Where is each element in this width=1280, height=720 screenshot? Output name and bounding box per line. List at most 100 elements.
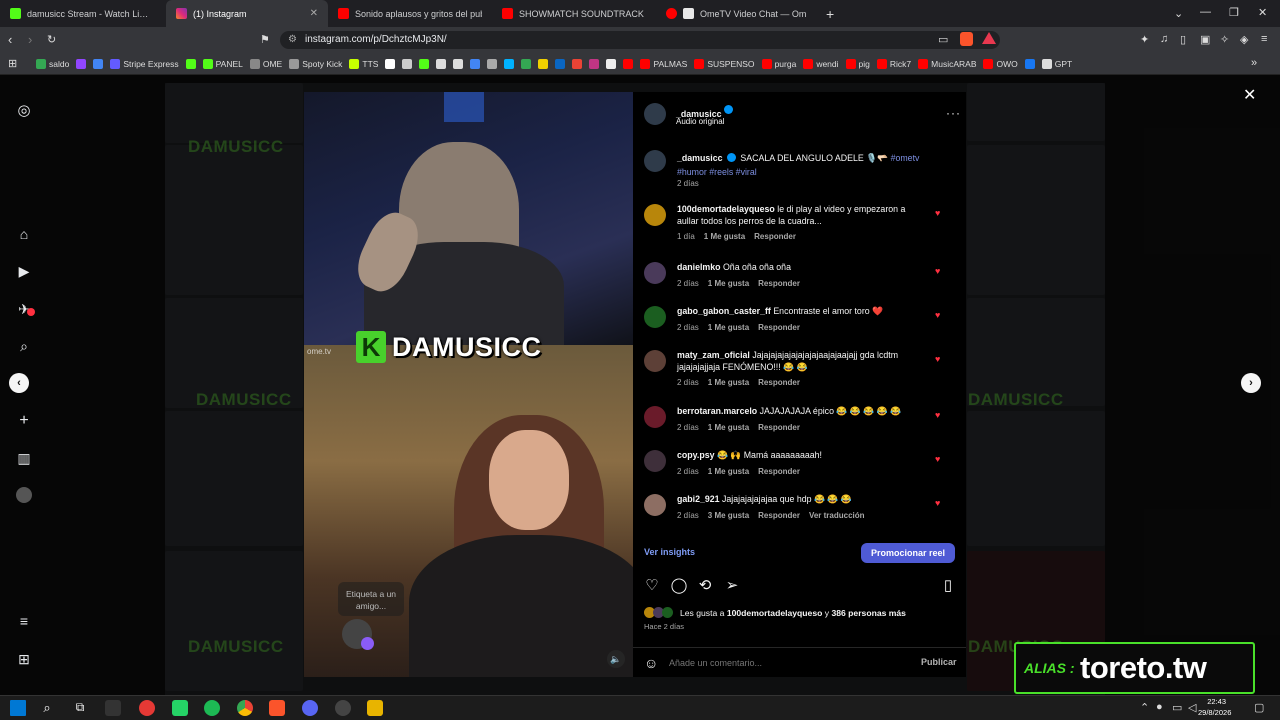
comment-time[interactable]: 2 días [677,378,699,387]
tab-instagram[interactable]: (1) Instagram ✕ [166,0,328,27]
dashboard-icon[interactable]: ▥ [16,450,32,466]
music-icon[interactable]: ♫ [1160,33,1168,45]
bookmark-item[interactable]: saldo [36,58,69,69]
comment-time[interactable]: 1 día [677,232,695,241]
bookmark-item[interactable] [589,58,600,69]
bookmark-item[interactable] [521,58,532,69]
reply-button[interactable]: Responder [758,511,800,520]
back-icon[interactable]: ‹ [8,32,12,47]
brave-shield-icon[interactable] [960,32,973,46]
emoji-icon[interactable]: ☺ [644,655,658,671]
task-view-icon[interactable]: ⧉ [72,700,88,716]
comment-avatar[interactable] [644,406,666,428]
search-icon[interactable]: ⌕ [16,338,32,354]
chrome-icon[interactable] [237,700,253,716]
comment-avatar[interactable] [644,204,666,226]
audio-label[interactable]: Audio original [676,117,724,126]
comment-like-icon[interactable]: ♥ [935,266,945,276]
obs-icon[interactable] [335,700,351,716]
comment-icon[interactable]: ◯ [670,577,688,595]
comment-time[interactable]: 2 días [677,323,699,332]
save-icon[interactable]: ▯ [939,577,957,595]
brave-icon[interactable] [269,700,285,716]
caption-username[interactable]: _damusicc [677,153,722,163]
comment-likes[interactable]: 1 Me gusta [708,423,749,432]
comment-username[interactable]: gabi2_921 [677,494,720,504]
comment-input[interactable] [669,654,889,672]
bookmark-item[interactable]: purga [761,58,796,69]
bookmark-item[interactable] [185,58,196,69]
caption-avatar[interactable] [644,150,666,172]
close-window-icon[interactable]: ✕ [1258,6,1267,19]
comment-username[interactable]: maty_zam_oficial [677,350,750,360]
bookmark-item[interactable] [453,58,464,69]
microphone-icon[interactable]: ● [1156,701,1163,713]
comment-avatar[interactable] [644,306,666,328]
likes-others[interactable]: 386 personas más [831,608,906,618]
reels-icon[interactable]: ▶ [16,263,32,279]
app-icon[interactable] [105,700,121,716]
comment-time[interactable]: 2 días [677,511,699,520]
bookmark-item[interactable]: TTS [349,58,378,69]
promote-reel-button[interactable]: Promocionar reel [861,543,955,563]
bookmark-item[interactable] [606,58,617,69]
share-icon[interactable]: ➢ [723,577,741,595]
comment-avatar[interactable] [644,262,666,284]
bookmark-item[interactable] [487,58,498,69]
bookmark-item[interactable] [436,58,447,69]
tab-showmatch[interactable]: SHOWMATCH SOUNDTRACK - "Risk [492,0,656,27]
instagram-logo-icon[interactable]: ◎ [16,103,32,119]
comment-username[interactable]: gabo_gabon_caster_ff [677,306,771,316]
discord-icon[interactable] [302,700,318,716]
app-icon[interactable] [367,700,383,716]
bookmark-item[interactable]: Stripe Express [110,58,179,69]
forward-icon[interactable]: › [28,32,32,47]
bookmark-item[interactable] [555,58,566,69]
comment-like-icon[interactable]: ♥ [935,310,945,320]
bookmark-icon[interactable]: ⚑ [260,33,270,46]
comment-username[interactable]: 100demortadelayqueso [677,204,775,214]
new-tab-icon[interactable]: + [826,6,834,22]
post-age[interactable]: Hace 2 días [644,622,684,631]
tab-ometv[interactable]: OmeTV Video Chat — Omegle R [656,0,816,27]
tag-friend-hint[interactable]: Etiqueta a un amigo... [338,582,404,616]
comment-likes[interactable]: 3 Me gusta [708,511,749,520]
comment-username[interactable]: berrotaran.marcelo [677,406,757,416]
app-icon[interactable] [139,700,155,716]
comment-avatar[interactable] [644,350,666,372]
extensions-icon[interactable]: ✦ [1140,33,1149,46]
more-bookmarks-icon[interactable]: » [1251,57,1257,69]
minimize-icon[interactable]: — [1200,6,1211,18]
likes-summary[interactable]: Les gusta a 100demortadelayqueso y 386 p… [680,608,906,618]
like-icon[interactable]: ♡ [643,577,661,595]
comment-avatar[interactable] [644,450,666,472]
bookmark-item[interactable] [470,58,481,69]
comment-like-icon[interactable]: ♥ [935,498,945,508]
bookmark-item[interactable]: MusicARAB [918,58,976,69]
bookmark-item[interactable]: SUSPENSO [694,58,755,69]
bookmark-item[interactable] [504,58,515,69]
caption-time[interactable]: 2 días [677,179,699,188]
comment-like-icon[interactable]: ♥ [935,454,945,464]
bookmark-item[interactable] [1024,58,1035,69]
comment-likes[interactable]: 1 Me gusta [708,323,749,332]
volume-icon[interactable]: ◁ [1188,701,1196,714]
previous-post-button[interactable]: ‹ [9,373,29,393]
bookmark-item[interactable]: GPT [1041,58,1072,69]
brave-rewards-icon[interactable] [982,32,996,44]
more-options-icon[interactable]: ··· [946,106,961,120]
publish-button[interactable]: Publicar [921,657,957,667]
ai-icon[interactable]: ✧ [1220,33,1229,46]
likes-user[interactable]: 100demortadelayqueso [727,608,823,618]
comment-likes[interactable]: 1 Me gusta [708,467,749,476]
reply-button[interactable]: Responder [758,323,800,332]
site-info-icon[interactable]: ⚙ [288,31,297,49]
bookmark-item[interactable] [385,58,396,69]
bookmark-item[interactable]: OME [249,58,282,69]
bookmark-item[interactable]: PALMAS [640,58,687,69]
close-modal-icon[interactable]: ✕ [1243,85,1256,105]
vpn-icon[interactable]: ◈ [1240,33,1248,46]
comment-time[interactable]: 2 días [677,467,699,476]
bookmark-item[interactable] [93,58,104,69]
comment-likes[interactable]: 1 Me gusta [708,279,749,288]
